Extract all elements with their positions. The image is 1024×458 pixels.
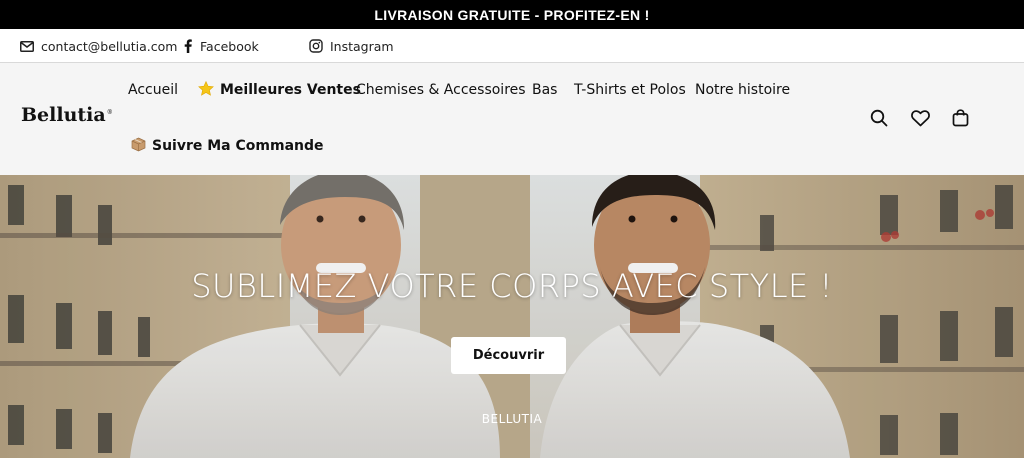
- nav-item-label: Bas: [532, 82, 558, 98]
- discover-button[interactable]: Découvrir: [451, 337, 566, 374]
- nav-item-best-sellers[interactable]: Meilleures Ventes: [198, 79, 361, 101]
- email-link[interactable]: contact@bellutia.com: [20, 29, 177, 63]
- nav-item-tshirts[interactable]: T-Shirts et Polos: [574, 79, 686, 101]
- star-icon: [198, 80, 214, 100]
- nav-item-home[interactable]: Accueil: [128, 79, 178, 101]
- facebook-text: Facebook: [200, 38, 259, 54]
- nav-item-label: Notre histoire: [695, 82, 791, 98]
- heart-icon[interactable]: [909, 107, 931, 129]
- nav-item-shirts[interactable]: Chemises & Accessoires: [356, 79, 526, 101]
- hero-brand-caption: BELLUTIA: [481, 412, 543, 426]
- contact-bar: contact@bellutia.com Facebook Instagram: [0, 29, 1024, 63]
- shopping-bag-icon[interactable]: [949, 107, 971, 129]
- nav-item-label: T-Shirts et Polos: [574, 82, 686, 98]
- instagram-text: Instagram: [330, 38, 394, 54]
- nav-item-label: Suivre Ma Commande: [152, 138, 324, 154]
- logo-text: Bellutia: [21, 104, 106, 126]
- nav-item-bottoms[interactable]: Bas: [532, 79, 557, 101]
- nav-item-story[interactable]: Notre histoire: [695, 79, 790, 101]
- facebook-icon: [183, 39, 193, 53]
- hero-title: SUBLIMEZ VOTRE CORPS AVEC STYLE !: [191, 267, 833, 305]
- mail-icon: [20, 40, 34, 52]
- nav-item-label: Meilleures Ventes: [220, 82, 361, 98]
- nav-item-label: Chemises & Accessoires: [356, 82, 526, 98]
- email-text: contact@bellutia.com: [41, 38, 178, 54]
- logo[interactable]: Bellutia®: [21, 104, 113, 126]
- facebook-link[interactable]: Facebook: [183, 29, 259, 63]
- search-icon[interactable]: [868, 107, 890, 129]
- instagram-link[interactable]: Instagram: [309, 29, 394, 63]
- instagram-icon: [309, 39, 323, 53]
- registered-mark: ®: [106, 108, 113, 116]
- nav-item-track-order[interactable]: Suivre Ma Commande: [131, 135, 324, 157]
- hero-banner: SUBLIMEZ VOTRE CORPS AVEC STYLE ! Découv…: [0, 175, 1024, 458]
- package-icon: [131, 137, 146, 156]
- site-header: Bellutia® Accueil Meilleures Ventes Chem…: [0, 63, 1024, 175]
- announcement-bar: LIVRAISON GRATUITE - PROFITEZ-EN !: [0, 0, 1024, 29]
- announcement-text: LIVRAISON GRATUITE - PROFITEZ-EN !: [374, 6, 650, 23]
- nav-item-label: Accueil: [128, 82, 178, 98]
